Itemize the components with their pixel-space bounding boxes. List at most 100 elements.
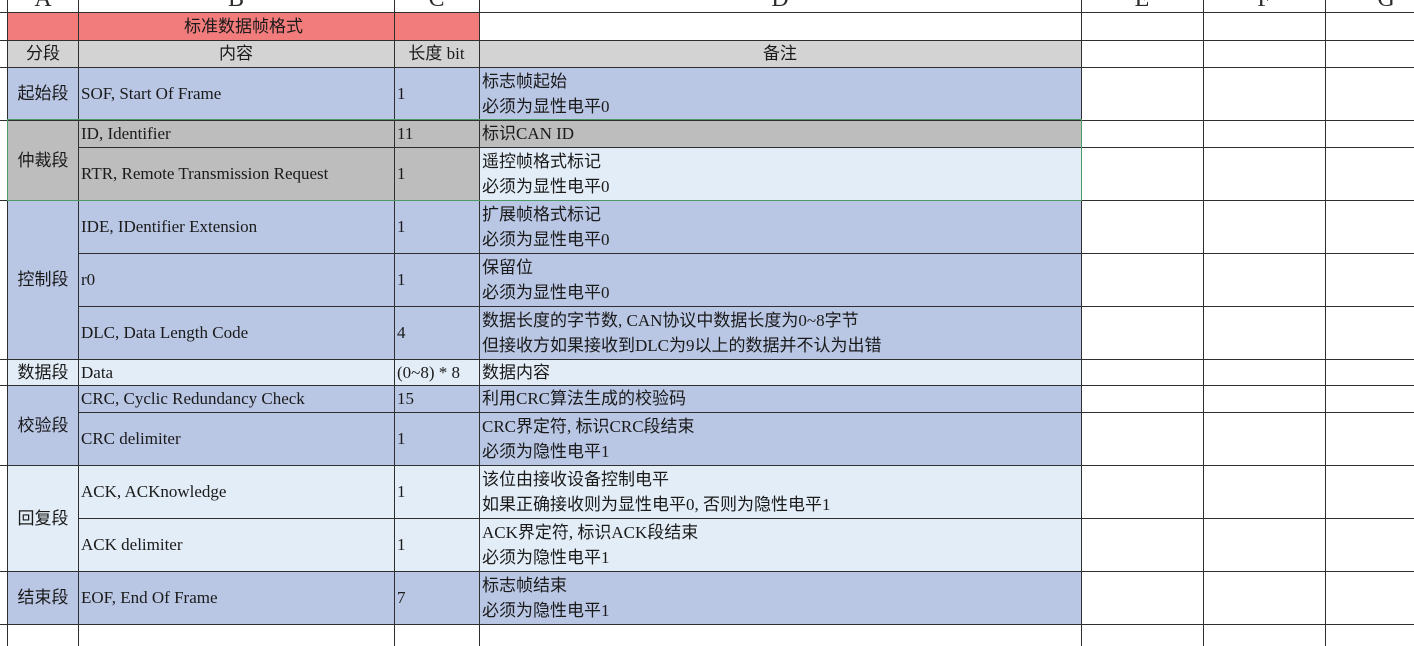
note-line: 标志帧起始 <box>482 71 567 91</box>
content-text: ACK, ACKnowledge <box>81 482 227 501</box>
column-header-e[interactable]: E <box>1081 0 1203 8</box>
header-content-label: 内容 <box>219 44 253 63</box>
length-text: 1 <box>397 535 406 554</box>
note-line: 该位由接收设备控制电平 <box>482 469 669 489</box>
header-segment-label: 分段 <box>26 44 60 63</box>
column-header-b[interactable]: B <box>78 0 394 8</box>
header-length[interactable]: 长度 bit <box>394 40 479 67</box>
length-cell[interactable]: 7 <box>394 571 479 624</box>
note-cell[interactable]: 扩展帧格式标记 必须为显性电平0 <box>479 200 1081 253</box>
header-segment[interactable]: 分段 <box>8 40 78 67</box>
header-note-label: 备注 <box>763 44 797 63</box>
content-text: RTR, Remote Transmission Request <box>81 164 329 183</box>
column-header-c[interactable]: C <box>394 0 479 8</box>
segment-cell-ack[interactable]: 回复段 <box>8 465 78 571</box>
content-text: DLC, Data Length Code <box>81 323 249 342</box>
segment-cell-crc[interactable]: 校验段 <box>8 385 78 465</box>
note-line: ACK界定符, 标识ACK段结束 <box>482 522 699 542</box>
length-text: 1 <box>397 217 406 236</box>
content-text: Data <box>81 362 114 382</box>
note-line: 保留位 <box>482 257 533 277</box>
length-text: 1 <box>397 270 406 289</box>
note-cell[interactable]: 保留位必须为显性电平0 <box>479 253 1081 306</box>
length-cell[interactable]: 1 <box>394 518 479 571</box>
length-cell[interactable]: 1 <box>394 465 479 518</box>
table-title: 标准数据帧格式 <box>184 17 303 36</box>
content-cell[interactable]: IDE, IDentifier Extension <box>78 200 394 253</box>
length-cell[interactable]: 1 <box>394 253 479 306</box>
note-cell[interactable]: 数据内容 <box>479 359 1081 385</box>
length-text: 7 <box>397 588 406 607</box>
note-line: 利用CRC算法生成的校验码 <box>482 389 687 408</box>
column-header-g[interactable]: G <box>1325 0 1414 8</box>
spreadsheet-grid: A B C D E F G 标准数据帧格式 分段 内容 长度 bit 备注 起始… <box>0 0 1414 646</box>
note-cell[interactable]: ACK界定符, 标识ACK段结束 必须为隐性电平1 <box>479 518 1081 571</box>
note-cell[interactable]: 标志帧起始 必须为显性电平0 <box>479 67 1081 120</box>
length-cell[interactable]: 1 <box>394 147 479 200</box>
segment-cell-arb[interactable]: 仲裁段 <box>8 120 78 200</box>
note-line: 必须为显性电平0 <box>482 282 610 302</box>
note-cell[interactable]: 该位由接收设备控制电平 如果正确接收则为显性电平0, 否则为隐性电平1 <box>479 465 1081 518</box>
note-line: 扩展帧格式标记 <box>482 204 601 224</box>
segment-cell-ctrl[interactable]: 控制段 <box>8 200 78 359</box>
segment-label: 结束段 <box>17 588 69 607</box>
length-cell[interactable]: 15 <box>394 385 479 412</box>
content-cell[interactable]: ID, Identifier <box>78 120 394 147</box>
note-line: 必须为隐性电平1 <box>482 441 610 461</box>
empty-cell[interactable] <box>479 13 1081 40</box>
segment-label: 回复段 <box>17 508 69 528</box>
note-line: 标识CAN ID <box>482 124 575 143</box>
content-text: CRC delimiter <box>81 429 181 448</box>
content-cell[interactable]: CRC, Cyclic Redundancy Check <box>78 385 394 412</box>
note-cell[interactable]: 标志帧结束 必须为隐性电平1 <box>479 571 1081 624</box>
note-line: 但接收方如果接收到DLC为9以上的数据并不认为出错 <box>482 335 882 355</box>
content-text: ID, Identifier <box>81 124 171 143</box>
content-cell[interactable]: ACK delimiter <box>78 518 394 571</box>
note-line: 必须为显性电平0 <box>482 176 610 196</box>
note-cell[interactable]: CRC界定符, 标识CRC段结束 必须为隐性电平1 <box>479 412 1081 465</box>
note-line: 数据内容 <box>482 362 550 382</box>
segment-cell-data[interactable]: 数据段 <box>8 359 78 385</box>
content-cell[interactable]: DLC, Data Length Code <box>78 306 394 359</box>
segment-cell-sof[interactable]: 起始段 <box>8 67 78 120</box>
header-note[interactable]: 备注 <box>479 40 1081 67</box>
length-cell[interactable]: 11 <box>394 120 479 147</box>
length-cell[interactable]: 1 <box>394 412 479 465</box>
column-header-a[interactable]: A <box>8 0 78 8</box>
length-cell[interactable]: 1 <box>394 67 479 120</box>
note-line: CRC界定符, 标识CRC段结束 <box>482 416 695 436</box>
note-line: 必须为隐性电平1 <box>482 547 610 567</box>
length-text: 11 <box>397 124 414 143</box>
length-text: 1 <box>397 482 406 501</box>
content-cell[interactable]: Data <box>78 359 394 385</box>
content-cell[interactable]: CRC delimiter <box>78 412 394 465</box>
segment-label: 起始段 <box>17 84 69 103</box>
length-cell[interactable]: 1 <box>394 200 479 253</box>
content-cell[interactable]: EOF, End Of Frame <box>78 571 394 624</box>
content-cell[interactable]: RTR, Remote Transmission Request <box>78 147 394 200</box>
column-header-f[interactable]: F <box>1203 0 1325 8</box>
length-text: 1 <box>397 429 406 448</box>
length-cell[interactable]: 4 <box>394 306 479 359</box>
length-text: 1 <box>397 164 406 183</box>
content-text: r0 <box>81 270 96 289</box>
note-cell[interactable]: 数据长度的字节数, CAN协议中数据长度为0~8字节但接收方如果接收到DLC为9… <box>479 306 1081 359</box>
segment-label: 仲裁段 <box>17 150 69 170</box>
content-text: IDE, IDentifier Extension <box>81 217 258 236</box>
content-text: ACK delimiter <box>81 535 183 554</box>
content-cell[interactable]: ACK, ACKnowledge <box>78 465 394 518</box>
segment-label: 校验段 <box>17 415 69 435</box>
content-cell[interactable]: r0 <box>78 253 394 306</box>
note-line: 必须为隐性电平1 <box>482 600 610 620</box>
column-header-d[interactable]: D <box>479 0 1081 8</box>
segment-cell-eof[interactable]: 结束段 <box>8 571 78 624</box>
note-cell[interactable]: 利用CRC算法生成的校验码 <box>479 385 1081 412</box>
header-length-label: 长度 bit <box>408 44 465 63</box>
note-line: 遥控帧格式标记 <box>482 151 601 171</box>
note-cell[interactable]: 遥控帧格式标记 必须为显性电平0 <box>479 147 1081 200</box>
header-content[interactable]: 内容 <box>78 40 394 67</box>
note-line: 数据长度的字节数, CAN协议中数据长度为0~8字节 <box>482 310 859 330</box>
note-cell[interactable]: 标识CAN ID <box>479 120 1081 147</box>
content-cell[interactable]: SOF, Start Of Frame <box>78 67 394 120</box>
length-cell[interactable]: (0~8) * 8 <box>394 359 479 385</box>
